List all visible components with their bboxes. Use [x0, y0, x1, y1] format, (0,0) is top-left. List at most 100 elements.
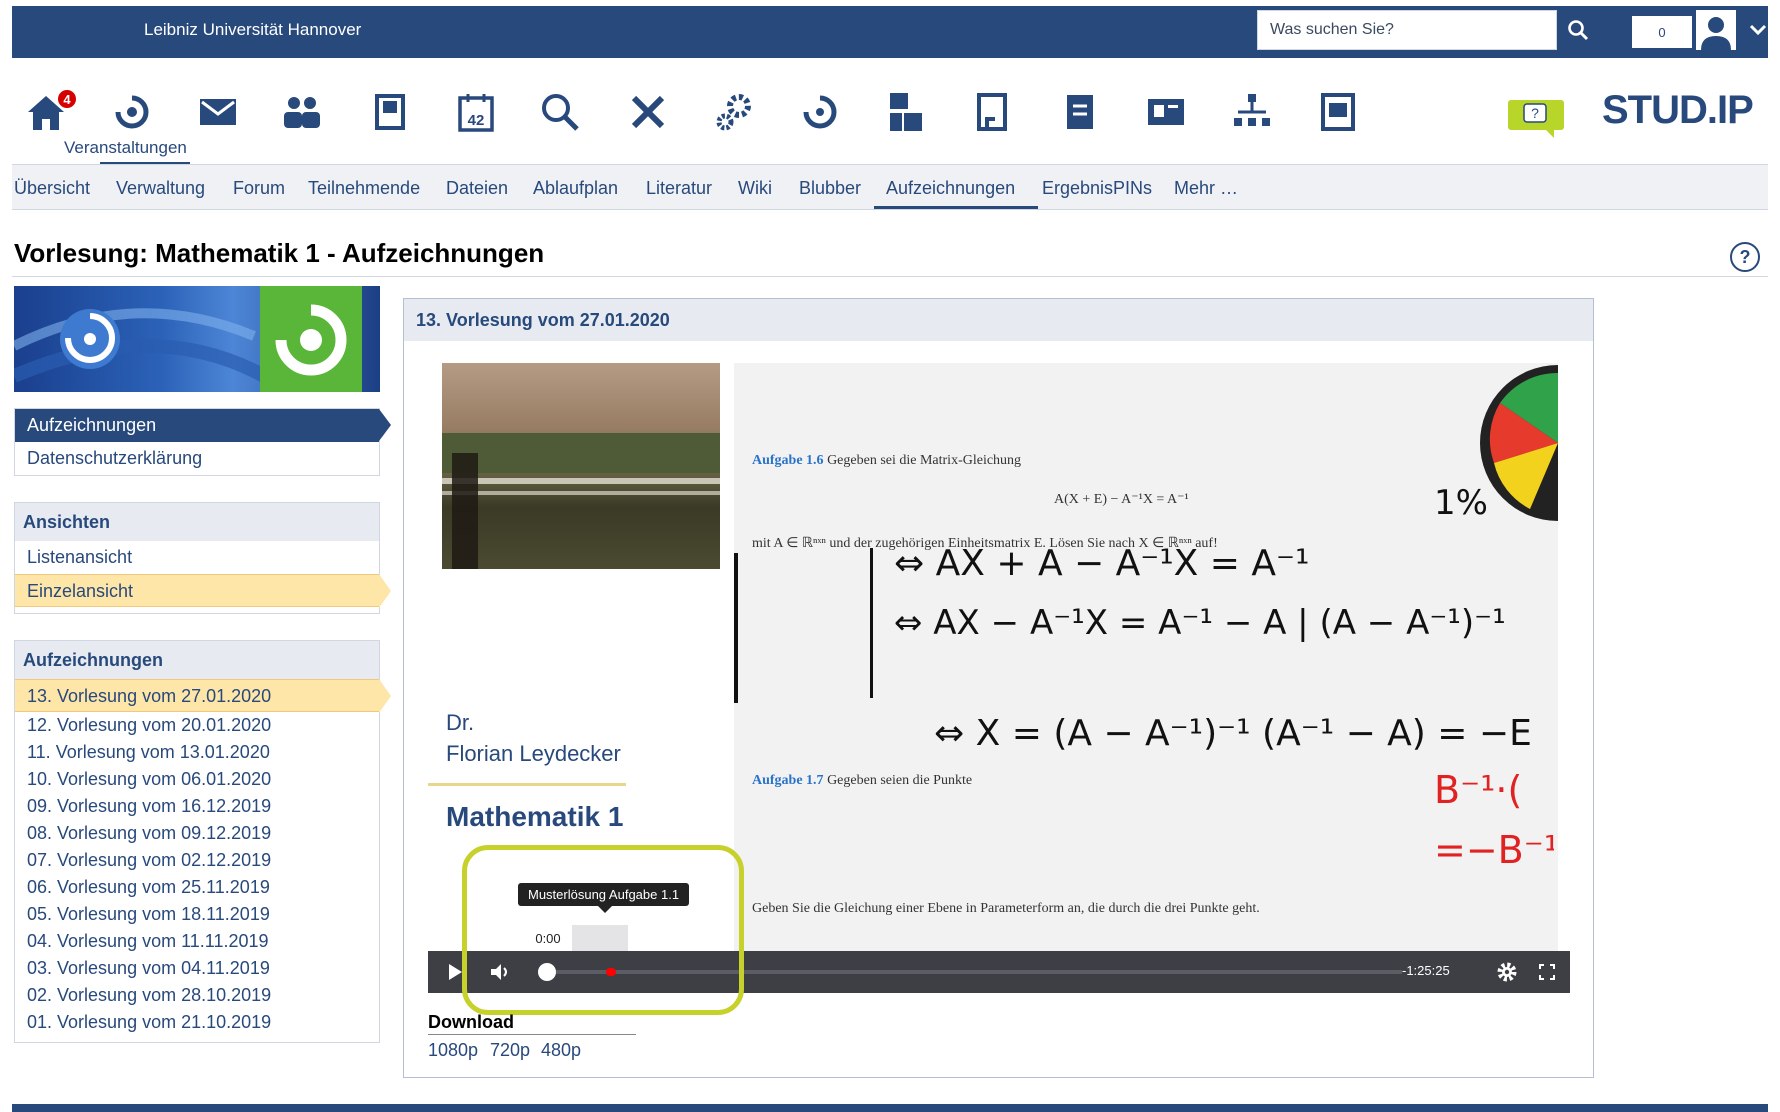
mail-icon [200, 99, 236, 125]
fullscreen-icon [1539, 964, 1555, 980]
search-input[interactable] [1258, 11, 1548, 49]
tab-forum[interactable]: Forum [233, 178, 285, 199]
slide-equation: A(X + E) − A⁻¹X = A⁻¹ [1054, 492, 1189, 507]
nav-active-label: Veranstaltungen [64, 138, 187, 157]
tab-overview[interactable]: Übersicht [14, 178, 90, 199]
recording-item[interactable]: 13. Vorlesung vom 27.01.2020 [15, 679, 391, 713]
nav-opencast[interactable] [794, 86, 846, 138]
tab-blubber[interactable]: Blubber [799, 178, 861, 199]
settings-button[interactable] [1492, 957, 1522, 987]
help-icon: ? [1739, 246, 1751, 267]
search-icon [1568, 20, 1589, 41]
course-tabs: Übersicht Verwaltung Forum Teilnehmende … [12, 164, 1768, 210]
sidebar-views-heading: Ansichten [15, 503, 379, 541]
sidebar-item-single-view[interactable]: Einzelansicht [15, 574, 391, 608]
download-480p-link[interactable]: 480p [541, 1040, 581, 1061]
nav-community[interactable] [276, 86, 328, 138]
nav-files[interactable] [968, 86, 1020, 138]
recording-item[interactable]: 05. Vorlesung vom 18.11.2019 [15, 901, 379, 928]
nav-calendar[interactable]: 42 [450, 86, 502, 138]
page-title: Vorlesung: Mathematik 1 - Aufzeichnungen [14, 238, 545, 268]
nav-profile[interactable] [364, 86, 416, 138]
scrub-handle[interactable] [538, 963, 556, 981]
courses-icon [115, 95, 149, 129]
avatar[interactable] [1696, 10, 1736, 50]
tab-wiki[interactable]: Wiki [738, 178, 772, 199]
nav-admin[interactable] [708, 86, 760, 138]
play-icon [449, 964, 462, 980]
recording-item[interactable]: 09. Vorlesung vom 16.12.2019 [15, 793, 379, 820]
chevron-down-icon [1749, 24, 1767, 36]
download-divider [428, 1034, 636, 1035]
recording-title: 13. Vorlesung vom 27.01.2020 [404, 299, 1593, 341]
slide-view: Aufgabe 1.6 Gegeben sei die Matrix-Gleic… [734, 363, 1558, 951]
recording-item[interactable]: 04. Vorlesung vom 11.11.2019 [15, 928, 379, 955]
sidebar-views: Ansichten Listenansicht Einzelansicht [14, 502, 391, 614]
nav-schedule[interactable] [1312, 86, 1364, 138]
help-bubble-button[interactable]: ? [1506, 96, 1568, 140]
svg-text:=−B⁻¹: =−B⁻¹ [1434, 828, 1554, 872]
nav-news[interactable] [1140, 86, 1192, 138]
nav-hierarchy[interactable] [1226, 86, 1278, 138]
chapter-marker[interactable] [606, 968, 616, 976]
search-button[interactable] [1558, 10, 1598, 50]
user-menu-toggle[interactable] [1744, 16, 1772, 44]
university-name: Leibniz Universität Hannover [144, 20, 362, 39]
timer-wheel-icon [1480, 365, 1558, 521]
notification-counter[interactable]: 0 [1632, 16, 1692, 48]
tab-ergebnispins[interactable]: ErgebnisPINs [1042, 178, 1152, 199]
main-navigation: 4 Veranstaltungen 42 ? STUD.IP [12, 58, 1768, 165]
recording-item[interactable]: 12. Vorlesung vom 20.01.2020 [15, 712, 379, 739]
fullscreen-button[interactable] [1532, 957, 1562, 987]
nav-messages[interactable] [192, 86, 244, 138]
search-box[interactable] [1257, 10, 1557, 50]
tab-recordings[interactable]: Aufzeichnungen [886, 178, 1015, 199]
download-1080p-link[interactable]: 1080p [428, 1040, 478, 1061]
sidebar-recordings: Aufzeichnungen 13. Vorlesung vom 27.01.2… [14, 640, 391, 1043]
lecturer-name: Dr. Florian Leydecker [446, 710, 621, 766]
handwritten-bar [734, 553, 738, 703]
tab-administration[interactable]: Verwaltung [116, 178, 205, 199]
nav-tools[interactable] [622, 86, 674, 138]
search-icon [542, 94, 579, 131]
nav-search[interactable] [534, 86, 586, 138]
recording-item[interactable]: 08. Vorlesung vom 09.12.2019 [15, 820, 379, 847]
tab-more[interactable]: Mehr … [1174, 178, 1238, 199]
help-button[interactable]: ? [1730, 242, 1760, 272]
recording-item[interactable]: 10. Vorlesung vom 06.01.2020 [15, 766, 379, 793]
sidebar-item-privacy[interactable]: Datenschutzerklärung [15, 442, 379, 475]
tab-files[interactable]: Dateien [446, 178, 508, 199]
sidebar-item-list-view[interactable]: Listenansicht [15, 541, 379, 574]
tab-literature[interactable]: Literatur [646, 178, 712, 199]
recording-panel: 13. Vorlesung vom 27.01.2020 Dr. Florian… [403, 298, 1594, 1078]
recording-item[interactable]: 03. Vorlesung vom 04.11.2019 [15, 955, 379, 982]
recording-item[interactable]: 07. Vorlesung vom 02.12.2019 [15, 847, 379, 874]
handwritten-step-3: ⇔ X = (A − A⁻¹)⁻¹ (A⁻¹ − A) = −E [934, 713, 1532, 754]
progress-bar[interactable] [546, 968, 1402, 976]
recording-item[interactable]: 06. Vorlesung vom 25.11.2019 [15, 874, 379, 901]
download-720p-link[interactable]: 720p [490, 1040, 530, 1061]
course-name: Mathematik 1 [446, 801, 624, 832]
presenter-video [442, 363, 720, 569]
nav-evaluation[interactable] [880, 86, 932, 138]
recording-item[interactable]: 02. Vorlesung vom 28.10.2019 [15, 982, 379, 1009]
volume-button[interactable] [486, 957, 516, 987]
video-player[interactable]: Dr. Florian Leydecker Mathematik 1 Aufga… [428, 363, 1570, 993]
top-bar: Leibniz Universität Hannover 0 [12, 6, 1768, 58]
notes-icon [1067, 95, 1093, 129]
sidebar-item-recordings[interactable]: Aufzeichnungen [15, 409, 391, 442]
studip-logo[interactable]: STUD.IP [1602, 88, 1754, 133]
notification-badge: 4 [56, 88, 78, 110]
schedule-icon [1321, 93, 1355, 131]
play-button[interactable] [440, 957, 470, 987]
tab-schedule[interactable]: Ablaufplan [533, 178, 618, 199]
hover-time-preview [572, 925, 628, 951]
files-icon [977, 93, 1007, 131]
nav-courses[interactable] [106, 86, 158, 138]
recording-item[interactable]: 11. Vorlesung vom 13.01.2020 [15, 739, 379, 766]
recording-item[interactable]: 01. Vorlesung vom 21.10.2019 [15, 1009, 379, 1036]
tab-participants[interactable]: Teilnehmende [308, 178, 420, 199]
hierarchy-icon [1234, 94, 1270, 126]
sidebar-banner [14, 286, 380, 392]
nav-notes[interactable] [1054, 86, 1106, 138]
